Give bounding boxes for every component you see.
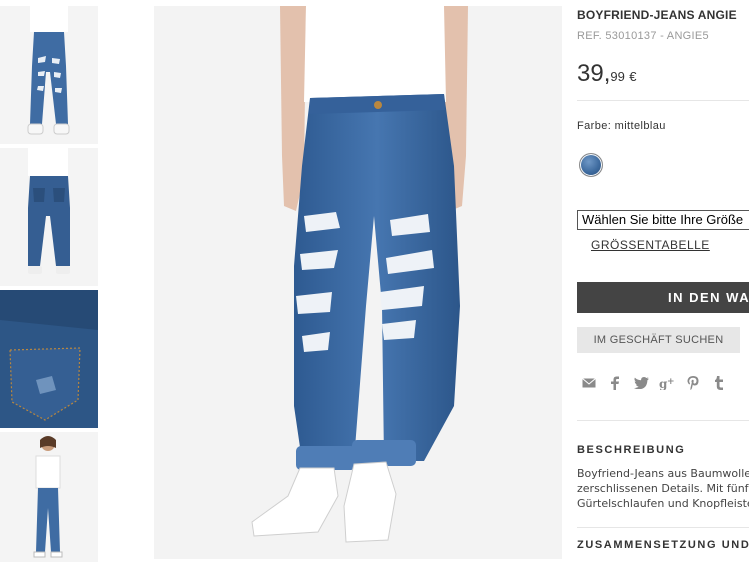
googleplus-icon[interactable]: g + xyxy=(658,374,676,392)
thumbnail-full-body[interactable] xyxy=(0,432,98,562)
price-integer: 39, xyxy=(577,60,611,87)
composition-heading[interactable]: ZUSAMMENSETZUNG UND PFLEGE xyxy=(577,539,749,551)
divider xyxy=(577,100,749,101)
share-bar: g + xyxy=(580,374,736,392)
tumblr-icon[interactable] xyxy=(710,374,728,392)
color-swatch-mittelblau[interactable] xyxy=(579,153,603,177)
description-line: Boyfriend-Jeans aus Baumwolle mit xyxy=(577,467,749,480)
size-select[interactable]: Wählen Sie bitte Ihre Größe xyxy=(577,210,749,230)
add-to-cart-button[interactable]: IN DEN WARENKORB xyxy=(577,282,749,313)
pinterest-icon[interactable] xyxy=(684,374,702,392)
full-body-thumb-image xyxy=(33,436,63,558)
divider xyxy=(577,420,749,421)
jeans-front-thumb-image xyxy=(27,6,70,135)
price-decimals: 99 xyxy=(610,69,625,84)
thumbnail-back[interactable] xyxy=(0,148,98,286)
size-table-link[interactable]: GRÖSSENTABELLE xyxy=(591,238,710,252)
main-product-image[interactable] xyxy=(154,6,562,559)
color-label: Farbe: mittelblau xyxy=(577,120,666,132)
thumbnail-front[interactable] xyxy=(0,6,98,144)
description-text: Boyfriend-Jeans aus Baumwolle mit zersch… xyxy=(577,466,749,511)
twitter-icon[interactable] xyxy=(632,374,650,392)
thumbnail-detail[interactable] xyxy=(0,290,98,428)
product-price: 39,99 € xyxy=(577,60,637,88)
mail-icon[interactable] xyxy=(580,374,598,392)
jeans-back-thumb-image xyxy=(28,148,70,274)
description-heading[interactable]: BESCHREIBUNG xyxy=(577,444,685,456)
find-in-store-button[interactable]: IM GESCHÄFT SUCHEN xyxy=(577,327,740,353)
product-reference: REF. 53010137 - ANGIE5 xyxy=(577,30,709,42)
divider xyxy=(577,527,749,528)
boyfriend-jeans-photo xyxy=(154,6,562,559)
product-title: BOYFRIEND-JEANS ANGIE xyxy=(577,8,737,22)
pocket-detail-thumb-image xyxy=(0,290,98,428)
description-line: Gürtelschlaufen und Knopfleiste. xyxy=(577,497,749,510)
product-details-panel: BOYFRIEND-JEANS ANGIE REF. 53010137 - AN… xyxy=(577,0,749,562)
price-currency: € xyxy=(629,69,637,84)
svg-text:+: + xyxy=(667,377,675,387)
facebook-icon[interactable] xyxy=(606,374,624,392)
description-line: zerschlissenen Details. Mit fünf Taschen… xyxy=(577,482,749,495)
